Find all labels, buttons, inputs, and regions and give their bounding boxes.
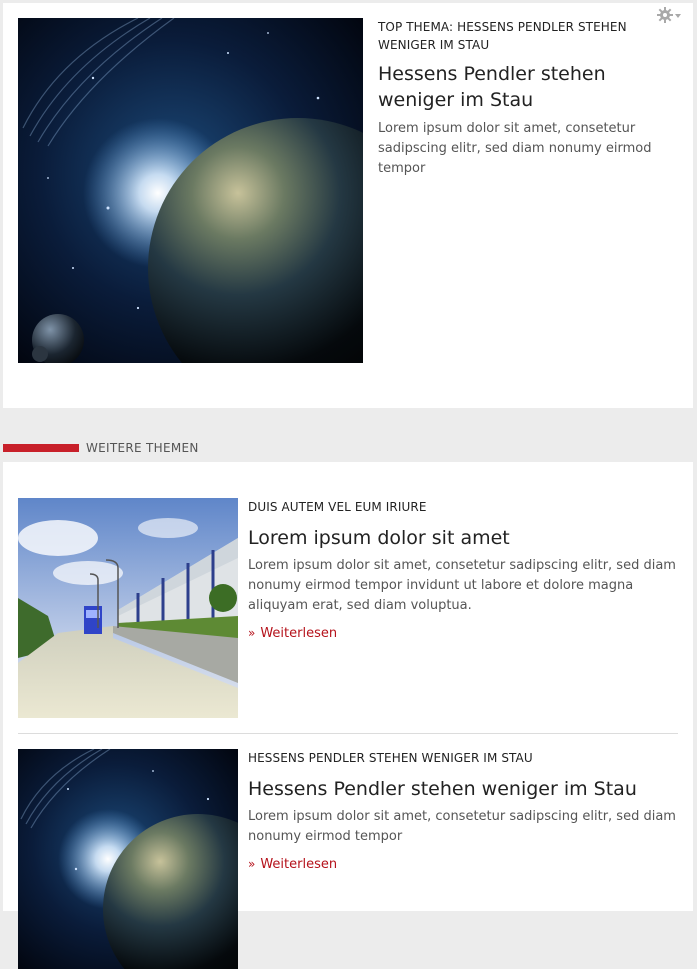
planet-earth-image [18, 749, 238, 969]
read-more-link[interactable]: » Weiterlesen [248, 855, 337, 874]
gear-icon[interactable] [657, 7, 683, 25]
article-image[interactable] [18, 498, 238, 718]
article-headline[interactable]: Lorem ipsum dolor sit amet [248, 525, 680, 551]
chevron-right-icon: » [248, 857, 256, 871]
more-topics-list: DUIS AUTEM VEL EUM IRIURE Lorem ipsum do… [3, 462, 693, 969]
divider [18, 733, 678, 734]
top-story-headline[interactable]: Hessens Pendler stehen weniger im Stau [378, 61, 678, 113]
top-story-card: TOP THEMA: HESSENS PENDLER STEHEN WENIGE… [3, 3, 693, 408]
article-kicker: DUIS AUTEM VEL EUM IRIURE [248, 500, 427, 514]
article-text: HESSENS PENDLER STEHEN WENIGER IM STAU H… [248, 749, 680, 874]
read-more-label: Weiterlesen [260, 626, 338, 641]
top-story-kicker: TOP THEMA: HESSENS PENDLER STEHEN WENIGE… [378, 20, 627, 52]
article-kicker: HESSENS PENDLER STEHEN WENIGER IM STAU [248, 751, 533, 765]
section-header: WEITERE THEMEN [3, 436, 693, 458]
article-headline[interactable]: Hessens Pendler stehen weniger im Stau [248, 776, 680, 802]
article-image[interactable] [18, 749, 238, 969]
planet-earth-image [18, 18, 363, 363]
top-story-image[interactable] [18, 18, 363, 363]
article-text: DUIS AUTEM VEL EUM IRIURE Lorem ipsum do… [248, 498, 680, 643]
chevron-right-icon: » [248, 626, 256, 640]
read-more-label: Weiterlesen [260, 857, 338, 872]
article-teaser: Lorem ipsum dolor sit amet, consetetur s… [248, 809, 676, 844]
top-story-text: TOP THEMA: HESSENS PENDLER STEHEN WENIGE… [378, 18, 678, 179]
read-more-link[interactable]: » Weiterlesen [248, 624, 337, 643]
section-title: WEITERE THEMEN [86, 441, 199, 455]
industrial-building-road-image [18, 498, 238, 718]
article-teaser: Lorem ipsum dolor sit amet, consetetur s… [248, 558, 676, 613]
section-accent-bar [3, 444, 79, 452]
top-story-teaser: Lorem ipsum dolor sit amet, consetetur s… [378, 121, 652, 176]
